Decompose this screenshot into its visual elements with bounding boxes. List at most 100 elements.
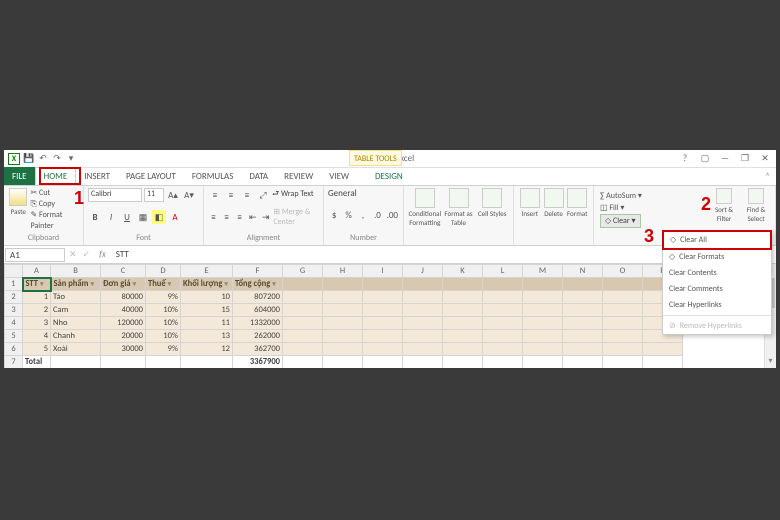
cell[interactable]: [443, 356, 483, 369]
cell[interactable]: 3: [23, 317, 51, 330]
table-header-cell[interactable]: Đơn giá▾: [101, 278, 146, 291]
shrink-font-icon[interactable]: A▾: [182, 188, 196, 202]
align-left-icon[interactable]: ≡: [208, 210, 219, 224]
cell[interactable]: [643, 343, 683, 356]
col-header[interactable]: N: [563, 265, 603, 278]
conditional-formatting-button[interactable]: Conditional Formatting: [408, 188, 442, 243]
cell[interactable]: [283, 304, 323, 317]
cell[interactable]: [483, 356, 523, 369]
col-header[interactable]: B: [51, 265, 101, 278]
cell[interactable]: 1: [23, 291, 51, 304]
cell[interactable]: [181, 356, 233, 369]
format-cells-button[interactable]: Format: [565, 188, 589, 243]
table-header-cell[interactable]: Khối lượng▾: [181, 278, 233, 291]
cell[interactable]: 10%: [146, 317, 181, 330]
cell[interactable]: 120000: [101, 317, 146, 330]
customize-qat-icon[interactable]: ▾: [66, 154, 76, 164]
cell[interactable]: Cam: [51, 304, 101, 317]
cut-button[interactable]: ✂ Cut: [30, 188, 79, 199]
cell[interactable]: [323, 343, 363, 356]
align-mid-icon[interactable]: ≡: [224, 188, 238, 202]
align-bot-icon[interactable]: ≡: [240, 188, 254, 202]
number-format-select[interactable]: General: [328, 188, 388, 199]
menu-clear-all[interactable]: ◇ Clear All: [662, 230, 772, 250]
cell[interactable]: 10: [181, 291, 233, 304]
cell[interactable]: 604000: [233, 304, 283, 317]
indent-dec-icon[interactable]: ⇤: [247, 210, 258, 224]
cell-styles-button[interactable]: Cell Styles: [475, 188, 509, 243]
cell[interactable]: [443, 330, 483, 343]
cell[interactable]: [563, 317, 603, 330]
cell[interactable]: [603, 317, 643, 330]
orientation-icon[interactable]: ⤢: [256, 188, 270, 202]
cell[interactable]: [483, 343, 523, 356]
cell[interactable]: [403, 330, 443, 343]
tab-page-layout[interactable]: PAGE LAYOUT: [118, 167, 184, 185]
cell[interactable]: [403, 343, 443, 356]
cell[interactable]: [363, 278, 403, 291]
merge-center-button[interactable]: ⊞ Merge & Center: [273, 207, 319, 227]
cell[interactable]: [283, 291, 323, 304]
cell[interactable]: 9%: [146, 343, 181, 356]
cell[interactable]: 2: [23, 304, 51, 317]
cell[interactable]: [323, 356, 363, 369]
cell[interactable]: [443, 317, 483, 330]
cell[interactable]: [323, 304, 363, 317]
cell[interactable]: 11: [181, 317, 233, 330]
cell[interactable]: 15: [181, 304, 233, 317]
find-select-button[interactable]: Find & Select: [741, 188, 771, 223]
cell[interactable]: [323, 278, 363, 291]
currency-icon[interactable]: $: [328, 209, 340, 223]
cell[interactable]: [443, 291, 483, 304]
cell[interactable]: [283, 317, 323, 330]
cell[interactable]: [523, 304, 563, 317]
cell[interactable]: 10%: [146, 304, 181, 317]
font-color-button[interactable]: A: [168, 210, 182, 224]
cell[interactable]: [101, 356, 146, 369]
cell[interactable]: [563, 330, 603, 343]
cell[interactable]: [523, 278, 563, 291]
menu-clear-comments[interactable]: Clear Comments: [663, 281, 771, 297]
cell[interactable]: [283, 278, 323, 291]
cell[interactable]: Chanh: [51, 330, 101, 343]
dec-decimal-icon[interactable]: .00: [386, 209, 399, 223]
cell[interactable]: [403, 278, 443, 291]
underline-button[interactable]: U: [120, 210, 134, 224]
cell[interactable]: [403, 304, 443, 317]
cell[interactable]: [603, 291, 643, 304]
insert-cells-button[interactable]: Insert: [518, 188, 542, 243]
cell[interactable]: [363, 304, 403, 317]
close-button[interactable]: ✕: [756, 152, 774, 166]
tab-view[interactable]: VIEW: [321, 167, 357, 185]
inc-decimal-icon[interactable]: .0: [371, 209, 383, 223]
row-header[interactable]: 5: [5, 330, 23, 343]
cell[interactable]: 807200: [233, 291, 283, 304]
align-top-icon[interactable]: ≡: [208, 188, 222, 202]
col-header[interactable]: A: [23, 265, 51, 278]
row-header[interactable]: 2: [5, 291, 23, 304]
cell[interactable]: [603, 356, 643, 369]
cell[interactable]: [483, 330, 523, 343]
cell[interactable]: [51, 356, 101, 369]
table-header-cell[interactable]: STT▾: [23, 278, 51, 291]
font-name-select[interactable]: Calibri: [88, 188, 142, 202]
cell[interactable]: [603, 330, 643, 343]
menu-clear-formats[interactable]: ◇ Clear Formats: [663, 249, 771, 265]
col-header[interactable]: F: [233, 265, 283, 278]
col-header[interactable]: J: [403, 265, 443, 278]
align-right-icon[interactable]: ≡: [234, 210, 245, 224]
table-header-cell[interactable]: Sản phẩm▾: [51, 278, 101, 291]
cell[interactable]: [523, 291, 563, 304]
table-header-cell[interactable]: Tổng cộng▾: [233, 278, 283, 291]
name-box[interactable]: A1: [5, 248, 65, 262]
italic-button[interactable]: I: [104, 210, 118, 224]
cell[interactable]: [483, 317, 523, 330]
comma-icon[interactable]: ,: [357, 209, 369, 223]
cell[interactable]: 80000: [101, 291, 146, 304]
cell[interactable]: [283, 356, 323, 369]
cell[interactable]: 262000: [233, 330, 283, 343]
cell[interactable]: [283, 343, 323, 356]
cell[interactable]: [363, 330, 403, 343]
cell[interactable]: [523, 317, 563, 330]
format-as-table-button[interactable]: Format as Table: [442, 188, 476, 243]
